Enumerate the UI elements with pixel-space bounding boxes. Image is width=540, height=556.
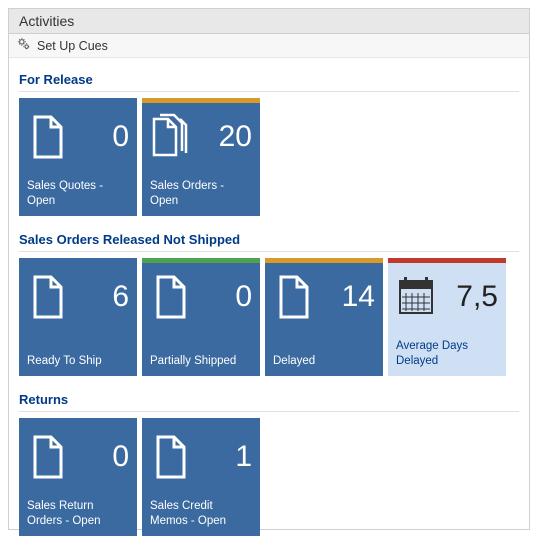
document-icon [27,113,67,161]
cue-label: Sales Return Orders - Open [27,499,129,528]
cue-label: Delayed [273,354,375,368]
document-icon [27,433,67,481]
section-title-returns: Returns [19,386,519,412]
calendar-icon [396,273,436,321]
cue-label: Sales Quotes - Open [27,179,129,208]
cue-sales-return-orders-open[interactable]: 0 Sales Return Orders - Open [19,418,137,536]
documents-stack-icon [150,113,190,161]
cue-value: 7,5 [456,282,498,312]
content-area: For Release 0 Sales Quotes - Open [9,58,529,556]
cue-sales-credit-memos-open[interactable]: 1 Sales Credit Memos - Open [142,418,260,536]
tiles-for-release: 0 Sales Quotes - Open 20 Sales Orders - [19,98,519,216]
cue-value: 20 [219,122,252,152]
tiles-released-not-shipped: 6 Ready To Ship 0 Partially Shipped [19,258,519,376]
document-icon [27,273,67,321]
cue-value: 0 [235,282,252,312]
document-icon [273,273,313,321]
tiles-returns: 0 Sales Return Orders - Open 1 Sales Cre… [19,418,519,536]
cue-sales-orders-open[interactable]: 20 Sales Orders - Open [142,98,260,216]
cue-label: Ready To Ship [27,354,129,368]
cue-label: Sales Credit Memos - Open [150,499,252,528]
cue-delayed[interactable]: 14 Delayed [265,258,383,376]
cue-label: Average Days Delayed [396,339,498,368]
cue-value: 14 [342,282,375,312]
cue-average-days-delayed[interactable]: 7,5 Average Days Delayed [388,258,506,376]
setup-cues-button[interactable]: Set Up Cues [37,39,108,53]
cue-label: Partially Shipped [150,354,252,368]
document-icon [150,273,190,321]
cue-value: 6 [112,282,129,312]
activities-panel: Activities Set Up Cues For Release [8,8,530,530]
cue-sales-quotes-open[interactable]: 0 Sales Quotes - Open [19,98,137,216]
cue-value: 0 [112,442,129,472]
cue-value: 1 [235,442,252,472]
cue-ready-to-ship[interactable]: 6 Ready To Ship [19,258,137,376]
gear-icon [17,37,31,54]
panel-title: Activities [9,9,529,34]
toolbar: Set Up Cues [9,34,529,58]
document-icon [150,433,190,481]
cue-partially-shipped[interactable]: 0 Partially Shipped [142,258,260,376]
section-title-released-not-shipped: Sales Orders Released Not Shipped [19,226,519,252]
section-title-for-release: For Release [19,66,519,92]
cue-label: Sales Orders - Open [150,179,252,208]
cue-value: 0 [112,122,129,152]
